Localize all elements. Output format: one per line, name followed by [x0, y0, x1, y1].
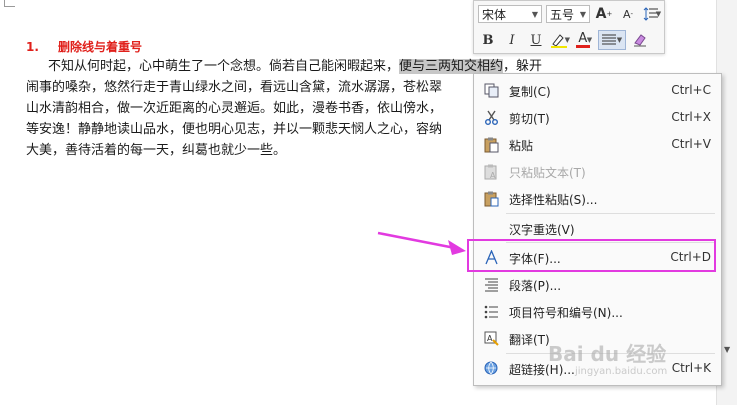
- menu-item-label: 剪切(T): [509, 112, 550, 126]
- scroll-down-icon[interactable]: ▼: [724, 345, 730, 354]
- highlight-button[interactable]: ▼: [550, 30, 570, 50]
- chevron-down-icon: ▼: [531, 9, 538, 19]
- underline-button[interactable]: U: [526, 30, 546, 50]
- page-corner-mark: [4, 0, 15, 7]
- grow-font-icon: A: [595, 6, 607, 22]
- translate-icon: A: [483, 330, 500, 347]
- menu-item-paste-text-only: A 只粘贴文本(T): [474, 158, 721, 185]
- bullets-icon: [483, 303, 500, 320]
- menu-item-bullets-numbering[interactable]: 项目符号和编号(N)...: [474, 298, 721, 325]
- paragraph-icon: [483, 276, 500, 293]
- line-text: 等安逸！静静地读山品水，便也明心见志，并以一颗悲天悯人之心，容纳: [26, 122, 443, 137]
- menu-item-label: 汉字重选(V): [509, 223, 575, 237]
- line-spacing-button[interactable]: ▼: [642, 4, 662, 24]
- menu-item-cut[interactable]: 剪切(T) Ctrl+X: [474, 104, 721, 131]
- svg-text:A: A: [490, 171, 496, 180]
- svg-text:A: A: [487, 334, 493, 343]
- font-color-button[interactable]: A ▼: [574, 30, 594, 50]
- menu-item-label: 翻译(T): [509, 333, 550, 347]
- menu-item-label: 复制(C): [509, 85, 551, 99]
- menu-item-label: 只粘贴文本(T): [509, 166, 586, 180]
- line-text: 山水清韵相合，做一次近距离的心灵邂逅。如此，漫卷书香，依山傍水，: [26, 101, 443, 116]
- menu-item-paragraph[interactable]: 段落(P)...: [474, 271, 721, 298]
- menu-item-paste[interactable]: 粘贴 Ctrl+V: [474, 131, 721, 158]
- font-color-swatch: [575, 44, 590, 48]
- chevron-down-icon: ▼: [616, 36, 623, 44]
- scissors-icon: [483, 109, 500, 126]
- chevron-down-icon: ▼: [655, 10, 662, 18]
- watermark-url: jingyan.baidu.com: [575, 366, 668, 377]
- font-name-select[interactable]: 宋体 ▼: [478, 5, 542, 23]
- menu-item-copy[interactable]: 复制(C) Ctrl+C: [474, 77, 721, 104]
- eraser-icon: [634, 34, 646, 47]
- align-justify-icon: [601, 34, 616, 45]
- highlight-annotation-box: [467, 239, 716, 272]
- chevron-down-icon: ▼: [564, 36, 570, 44]
- copy-icon: [483, 82, 500, 99]
- font-name-value: 宋体: [482, 7, 507, 22]
- shrink-font-icon: A: [622, 7, 631, 21]
- font-size-value: 五号: [550, 7, 575, 22]
- format-painter-button[interactable]: [630, 30, 650, 50]
- menu-item-paste-special[interactable]: 选择性粘贴(S)...: [474, 185, 721, 212]
- font-size-select[interactable]: 五号 ▼: [546, 5, 590, 23]
- floating-format-toolbar: 宋体 ▼ 五号 ▼ A + A- ▼ B I U ▼ A ▼ ▼: [473, 0, 665, 54]
- italic-button[interactable]: I: [502, 30, 522, 50]
- paste-icon: [483, 136, 500, 153]
- selected-text[interactable]: 便与三两知交相约: [399, 59, 504, 74]
- paste-text-icon: A: [483, 163, 500, 180]
- line-text: 不知从何时起，心中萌生了一个念想。倘若自己能闲暇起来，: [48, 59, 400, 74]
- align-button[interactable]: ▼: [598, 30, 626, 50]
- hyperlink-icon: [483, 360, 500, 377]
- bold-button[interactable]: B: [478, 30, 498, 50]
- chevron-down-icon: ▼: [579, 9, 586, 19]
- menu-item-reselect-chinese[interactable]: 汉字重选(V): [474, 215, 721, 242]
- shrink-font-button[interactable]: A-: [618, 4, 638, 24]
- menu-item-label: 粘贴: [509, 139, 534, 153]
- line-text: ，躲开: [503, 59, 543, 74]
- document-heading: 1. 删除线与着重号: [26, 38, 142, 55]
- menu-item-label: 段落(P)...: [509, 279, 562, 293]
- heading-text: 删除线与着重号: [58, 40, 143, 54]
- paste-special-icon: [483, 190, 500, 207]
- menu-item-shortcut: Ctrl+X: [671, 110, 711, 124]
- menu-item-shortcut: Ctrl+V: [671, 137, 711, 151]
- grow-font-button[interactable]: A +: [594, 4, 614, 24]
- line-text: 大美，善待活着的每一天，纠葛也就少一些。: [26, 143, 287, 158]
- chevron-down-icon: ▼: [586, 36, 593, 44]
- menu-item-shortcut: Ctrl+K: [671, 361, 711, 375]
- menu-item-label: 项目符号和编号(N)...: [509, 306, 623, 320]
- menu-item-shortcut: Ctrl+C: [671, 83, 711, 97]
- menu-divider: [506, 213, 715, 214]
- watermark-logo: Bai du 经验: [548, 342, 667, 366]
- heading-number: 1.: [26, 40, 39, 54]
- line-text: 闹事的嗓杂，悠然行走于青山绿水之间，看远山含黛，流水潺潺，苍松翠: [26, 80, 443, 95]
- menu-item-label: 选择性粘贴(S)...: [509, 193, 598, 207]
